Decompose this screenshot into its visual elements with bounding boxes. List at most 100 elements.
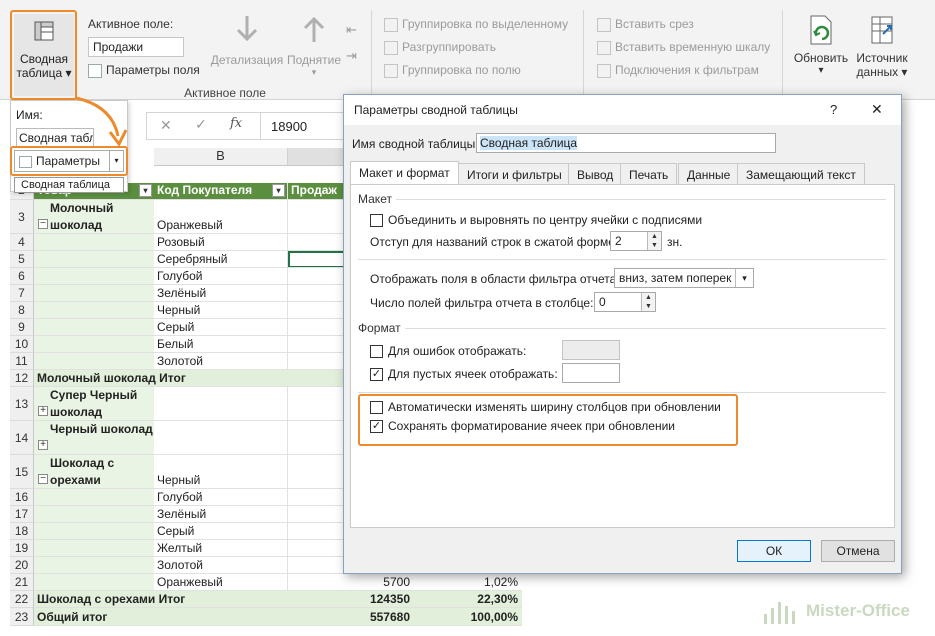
row-header[interactable]: 20: [10, 557, 34, 574]
insert-timeline-button[interactable]: Вставить временную шкалу: [597, 40, 770, 55]
row-header[interactable]: 17: [10, 506, 34, 523]
row-header[interactable]: 14: [10, 421, 34, 455]
customer-cell[interactable]: Оранжевый: [154, 574, 288, 591]
product-cell[interactable]: [34, 353, 154, 370]
product-cell[interactable]: [34, 285, 154, 302]
row-header[interactable]: 10: [10, 336, 34, 353]
product-cell[interactable]: [34, 540, 154, 557]
product-cell[interactable]: + Супер Черный шоколад: [34, 387, 154, 421]
ok-button[interactable]: ОК: [737, 540, 811, 562]
row-header[interactable]: 11: [10, 353, 34, 370]
row-header[interactable]: 12: [10, 370, 34, 387]
total-label-cell[interactable]: Общий итог: [34, 608, 288, 626]
stepper-arrows-icon[interactable]: ▲ ▼: [647, 232, 661, 250]
tab-display[interactable]: Вывод: [568, 163, 623, 185]
product-cell[interactable]: [34, 319, 154, 336]
collapse-icon[interactable]: −: [38, 474, 48, 484]
header-cell-sales[interactable]: Продаж: [288, 183, 348, 200]
product-cell[interactable]: [34, 557, 154, 574]
filter-connections-button[interactable]: Подключения к фильтрам: [597, 63, 759, 78]
product-cell[interactable]: [34, 251, 154, 268]
percent-cell[interactable]: 22,30%: [416, 591, 522, 608]
customer-cell[interactable]: [154, 387, 288, 421]
tab-layout-format[interactable]: Макет и формат: [350, 161, 459, 185]
product-cell[interactable]: [34, 506, 154, 523]
row-header[interactable]: 19: [10, 540, 34, 557]
expand-icon[interactable]: ⇤: [346, 22, 357, 38]
product-cell[interactable]: [34, 234, 154, 251]
cancel-entry-icon[interactable]: ✕: [160, 117, 172, 134]
customer-cell[interactable]: Черный: [154, 455, 288, 489]
filter-dropdown-icon[interactable]: ▾: [272, 184, 285, 197]
product-cell[interactable]: [34, 268, 154, 285]
cancel-button[interactable]: Отмена: [821, 540, 895, 562]
customer-cell[interactable]: Серый: [154, 319, 288, 336]
sales-cell[interactable]: 557680: [288, 608, 416, 626]
stepper-arrows-icon[interactable]: ▲ ▼: [641, 293, 655, 311]
customer-cell[interactable]: Голубой: [154, 268, 288, 285]
customer-cell[interactable]: [154, 421, 288, 455]
insert-function-icon[interactable]: fx: [230, 116, 242, 131]
help-button[interactable]: ?: [830, 102, 837, 117]
active-field-input[interactable]: Продажи: [88, 37, 184, 57]
row-header[interactable]: 22: [10, 591, 34, 608]
drill-down-button[interactable]: Детализация: [210, 14, 284, 67]
product-cell[interactable]: − Шоколад с орехами: [34, 455, 154, 489]
customer-cell[interactable]: Черный: [154, 302, 288, 319]
row-header[interactable]: 3: [10, 200, 34, 234]
sales-cell[interactable]: 5700: [288, 574, 416, 591]
customer-cell[interactable]: Розовый: [154, 234, 288, 251]
tab-data[interactable]: Данные: [678, 163, 740, 185]
expand-icon[interactable]: +: [38, 440, 48, 450]
data-source-button[interactable]: Источник данных ▾: [852, 14, 912, 79]
customer-cell[interactable]: Оранжевый: [154, 200, 288, 234]
row-header[interactable]: 15: [10, 455, 34, 489]
column-header-c[interactable]: [288, 148, 348, 166]
collapse-icon[interactable]: −: [38, 219, 48, 229]
filter-count-stepper[interactable]: 0 ▲ ▼: [594, 292, 656, 312]
customer-cell[interactable]: Серый: [154, 523, 288, 540]
product-cell[interactable]: [34, 336, 154, 353]
refresh-button[interactable]: Обновить ▾: [790, 14, 852, 76]
group-field-button[interactable]: Группировка по полю: [384, 63, 521, 78]
expand-icon[interactable]: +: [38, 406, 48, 416]
empty-cells-checkbox[interactable]: ✓: [370, 368, 383, 381]
options-dropdown-icon[interactable]: ▾: [109, 151, 123, 171]
column-header-b[interactable]: B: [154, 148, 288, 166]
field-settings-button[interactable]: Параметры поля: [88, 63, 200, 78]
product-cell[interactable]: [34, 302, 154, 319]
insert-slicer-button[interactable]: Вставить срез: [597, 17, 694, 32]
ungroup-button[interactable]: Разгруппировать: [384, 40, 496, 55]
row-header[interactable]: 21: [10, 574, 34, 591]
options-button[interactable]: Параметры ▾: [14, 150, 124, 172]
sales-cell[interactable]: 124350: [288, 591, 416, 608]
product-cell[interactable]: + Черный шоколад: [34, 421, 154, 455]
errors-input[interactable]: [562, 340, 620, 360]
customer-cell[interactable]: Зелёный: [154, 285, 288, 302]
product-cell[interactable]: − Молочный шоколад: [34, 200, 154, 234]
header-cell-customer[interactable]: Код Покупателя ▾: [154, 183, 288, 200]
customer-cell[interactable]: Голубой: [154, 489, 288, 506]
collapse-icon[interactable]: ⇥: [346, 48, 357, 64]
indent-stepper[interactable]: 2 ▲ ▼: [610, 231, 662, 251]
filter-area-select[interactable]: вниз, затем поперек ▾: [614, 268, 754, 288]
row-header[interactable]: 7: [10, 285, 34, 302]
percent-cell[interactable]: 1,02%: [416, 574, 522, 591]
preserve-format-checkbox[interactable]: ✓: [370, 420, 383, 433]
close-button[interactable]: ✕: [871, 101, 883, 118]
product-cell[interactable]: [34, 523, 154, 540]
row-header[interactable]: 13: [10, 387, 34, 421]
percent-cell[interactable]: 100,00%: [416, 608, 522, 626]
pivot-name-input[interactable]: Сводная таблица: [476, 133, 776, 153]
row-header[interactable]: 18: [10, 523, 34, 540]
drill-up-button[interactable]: Поднятие ▾: [286, 14, 342, 78]
autofit-checkbox[interactable]: [370, 401, 383, 414]
customer-cell[interactable]: Серебряный: [154, 251, 288, 268]
customer-cell[interactable]: Желтый: [154, 540, 288, 557]
row-header[interactable]: 8: [10, 302, 34, 319]
merge-center-checkbox[interactable]: [370, 214, 383, 227]
pivot-table-button[interactable]: Сводная таблица ▾: [14, 14, 74, 96]
row-header[interactable]: 23: [10, 608, 34, 626]
total-label-cell[interactable]: Шоколад с орехами Итог: [34, 591, 288, 608]
customer-cell[interactable]: Золотой: [154, 353, 288, 370]
